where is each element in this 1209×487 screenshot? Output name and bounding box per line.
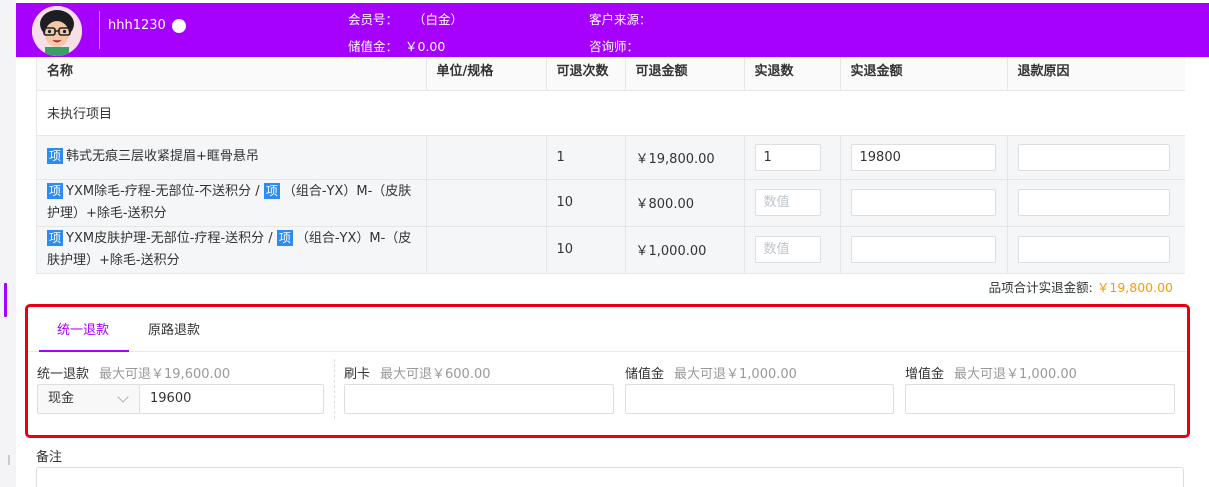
group-label: 未执行项目: [37, 90, 1185, 136]
item-amount: ￥800.00: [624, 179, 744, 227]
member-no-label: 会员号：: [348, 12, 399, 27]
card-refund-title: 刷卡: [344, 367, 371, 382]
unified-refund-label: 统一退款 最大可退￥19,600.00: [37, 363, 230, 382]
refund-qty-input[interactable]: 数值: [754, 236, 821, 263]
item-tag: 项: [263, 182, 280, 199]
bonus-value-refund-title: 增值金: [905, 367, 945, 382]
consultant-label: 咨询师：: [589, 39, 640, 54]
column-header-count: 可退次数: [545, 57, 625, 91]
item-amount: ￥1,000.00: [624, 226, 744, 274]
status-dot-icon: [172, 19, 186, 33]
stored-value-refund-label: 储值金 最大可退￥1,000.00: [625, 363, 797, 382]
refund-reason-input[interactable]: [1017, 189, 1170, 216]
side-indicator: [4, 283, 7, 317]
subtotal-label: 品项合计实退金额:: [988, 280, 1093, 295]
avatar[interactable]: [32, 6, 82, 56]
remark-label: 备注: [36, 450, 63, 465]
unified-refund-input[interactable]: 19600: [139, 384, 324, 414]
table-row: 项 YXM除毛-疗程-无部位-不送积分 / 项（组合-YX）M-（皮肤护理）+除毛…: [37, 179, 1185, 227]
unified-refund-title: 统一退款: [37, 367, 90, 382]
item-name: YXM皮肤护理-无部位-疗程-送积分 /: [66, 230, 273, 246]
customer-source-label: 客户来源：: [589, 12, 652, 27]
item-count: 10: [545, 226, 625, 274]
bonus-value-refund-hint: 最大可退￥1,000.00: [954, 367, 1077, 382]
member-username: hhh1230: [108, 18, 166, 33]
table-row: 项 YXM皮肤护理-无部位-疗程-送积分 / 项（组合-YX）M-（皮肤护理）+除…: [37, 226, 1185, 274]
column-header-amount: 可退金额: [624, 57, 744, 91]
tab-unified-refund[interactable]: 统一退款: [57, 319, 109, 338]
member-header: hhh1230 会员号： （白金） 储值金： ￥0.00 客户来源： 咨询师：: [16, 3, 1209, 57]
active-tab-indicator: [39, 350, 129, 352]
item-tag: 项: [47, 148, 64, 164]
unified-refund-hint: 最大可退￥19,600.00: [99, 367, 231, 382]
item-name-cell: 项 YXM除毛-疗程-无部位-不送积分 / 项（组合-YX）M-（皮肤护理）+除毛…: [37, 179, 426, 227]
refund-qty-input[interactable]: 数值: [754, 189, 821, 216]
refund-items-table: 名称 单位/规格 可退次数 可退金额 实退数 实退金额 退款原因 未执行项目 项…: [36, 57, 1185, 274]
item-amount: ￥19,800.00: [624, 135, 744, 180]
bonus-value-refund-input[interactable]: [905, 384, 1175, 414]
item-tag: 项: [47, 229, 64, 246]
column-header-refund-qty: 实退数: [743, 57, 840, 91]
stored-value: ￥0.00: [405, 39, 446, 54]
chevron-down-icon: [117, 391, 129, 403]
subtotal-amount: ￥19,800.00: [1096, 280, 1173, 295]
refund-reason-input[interactable]: [1017, 143, 1170, 171]
avatar-illustration: [32, 6, 82, 56]
item-name-cell: 项韩式无痕三层收紧提眉+眶骨悬吊: [37, 135, 426, 180]
header-divider: [99, 11, 100, 49]
item-unit: [425, 226, 546, 274]
payment-type-select[interactable]: 现金: [37, 384, 139, 414]
refund-amount-input[interactable]: 19800: [850, 143, 996, 171]
stored-value-refund-title: 储值金: [625, 367, 665, 382]
refund-amount-input[interactable]: [850, 236, 996, 263]
item-name: 韩式无痕三层收紧提眉+眶骨悬吊: [66, 149, 259, 164]
member-level: （白金）: [413, 12, 464, 27]
left-strip: [0, 0, 16, 487]
side-mark: [8, 455, 10, 465]
table-row: 项韩式无痕三层收紧提眉+眶骨悬吊 1 ￥19,800.00 1 19800: [37, 135, 1185, 180]
card-refund-hint: 最大可退￥600.00: [380, 367, 491, 382]
column-header-reason: 退款原因: [1006, 57, 1185, 91]
refund-tabs: 统一退款 原路退款: [28, 307, 1187, 352]
column-header-refund-amount: 实退金额: [839, 57, 1007, 91]
column-header-unit: 单位/规格: [425, 57, 546, 91]
stored-value-refund-hint: 最大可退￥1,000.00: [674, 367, 797, 382]
tab-original-route-refund[interactable]: 原路退款: [148, 319, 200, 338]
stored-value-label: 储值金：: [348, 39, 399, 54]
item-count: 1: [545, 135, 625, 180]
refund-qty-input[interactable]: 1: [754, 143, 821, 171]
payment-type-value: 现金: [48, 391, 75, 406]
table-header-row: 名称 单位/规格 可退次数 可退金额 实退数 实退金额 退款原因: [37, 57, 1185, 91]
refund-amount-input[interactable]: [850, 189, 996, 216]
item-unit: [425, 135, 546, 180]
item-count: 10: [545, 179, 625, 227]
stored-value-refund-input[interactable]: [625, 384, 894, 414]
items-subtotal: 品项合计实退金额: ￥19,800.00: [989, 277, 1173, 296]
column-header-name: 名称: [37, 57, 426, 91]
item-tag: 项: [276, 229, 293, 246]
group-row: 未执行项目: [37, 90, 1185, 136]
item-name: YXM除毛-疗程-无部位-不送积分 /: [66, 183, 260, 199]
refund-reason-input[interactable]: [1017, 236, 1170, 263]
bonus-value-refund-label: 增值金 最大可退￥1,000.00: [905, 363, 1077, 382]
refund-method-panel: 统一退款 原路退款 统一退款 最大可退￥19,600.00 现金 19600 刷卡…: [25, 304, 1190, 438]
card-refund-input[interactable]: [344, 384, 614, 414]
card-refund-label: 刷卡 最大可退￥600.00: [344, 363, 491, 382]
dashed-divider: [334, 359, 335, 419]
item-name-cell: 项 YXM皮肤护理-无部位-疗程-送积分 / 项（组合-YX）M-（皮肤护理）+除…: [37, 226, 426, 274]
item-unit: [425, 179, 546, 227]
remark-textarea[interactable]: [36, 467, 1184, 487]
item-tag: 项: [47, 182, 64, 199]
